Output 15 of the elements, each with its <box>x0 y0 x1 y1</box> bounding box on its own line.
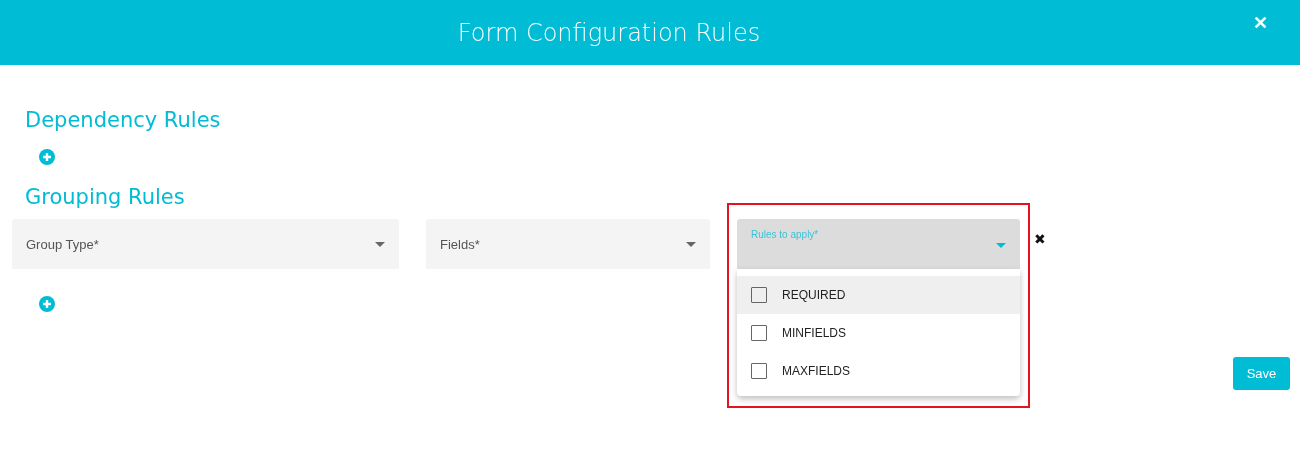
select-field[interactable]: Group Type* <box>12 219 399 269</box>
select-field[interactable]: Fields* <box>426 219 710 269</box>
checkbox[interactable] <box>751 287 767 303</box>
checkbox[interactable] <box>751 325 767 341</box>
caret-icon <box>996 243 1006 248</box>
menu-item[interactable]: MAXFIELDS <box>737 352 1020 390</box>
menu-item[interactable]: REQUIRED <box>737 276 1020 314</box>
menu-item[interactable]: MINFIELDS <box>737 314 1020 352</box>
caret-icon <box>375 242 385 247</box>
section-heading: Grouping Rules <box>25 184 185 211</box>
remove-button[interactable]: ✖ <box>1034 231 1046 247</box>
dialog-title: Form Configuration Rules <box>457 18 761 47</box>
checkbox[interactable] <box>751 363 767 379</box>
section-heading: Dependency Rules <box>25 107 221 134</box>
caret-icon <box>686 242 696 247</box>
